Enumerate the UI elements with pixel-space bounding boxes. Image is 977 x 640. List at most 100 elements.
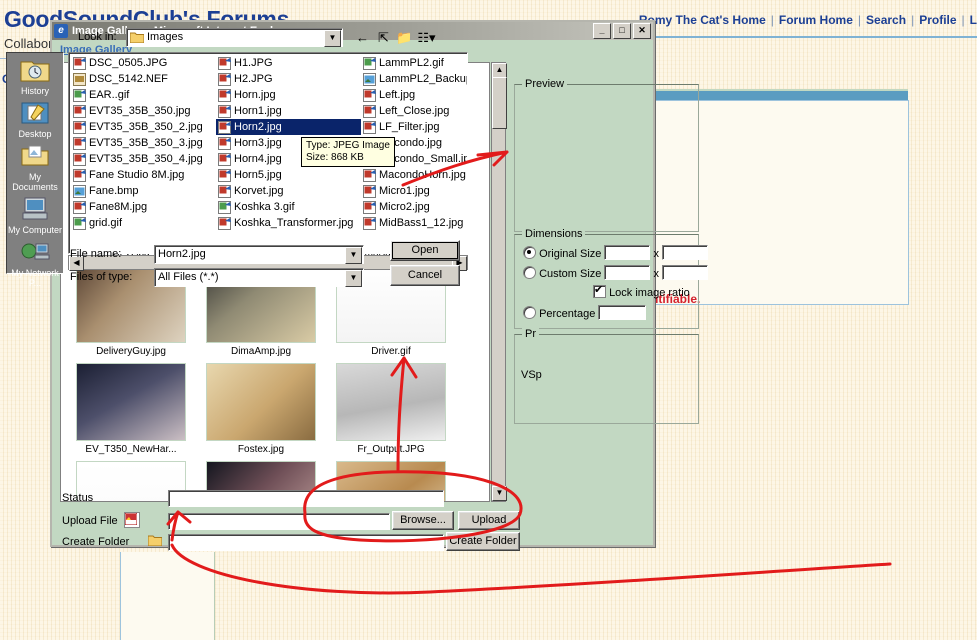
file-name: Korvet.jpg	[234, 185, 284, 197]
file-list-item[interactable]: EVT35_35B_350.jpg	[71, 103, 216, 119]
create-folder-field[interactable]	[168, 534, 444, 551]
percentage-radio[interactable]	[523, 306, 536, 319]
file-list-item[interactable]: grid.gif	[71, 215, 216, 231]
thumbnail-caption: Fr_Output.JPG	[357, 444, 425, 455]
window-controls[interactable]: _ □ ✕	[593, 23, 651, 39]
file-list-item[interactable]: MacondoHorn.jpg	[361, 167, 467, 183]
browse-button[interactable]: Browse...	[392, 511, 454, 530]
nav-link-search[interactable]: Search	[866, 13, 906, 27]
file-list-item[interactable]: H1.JPG	[216, 55, 361, 71]
place-history[interactable]: History	[7, 57, 63, 96]
jpeg-file-icon	[363, 216, 376, 230]
thumbnail-item[interactable]: EV_T350_NewHar...	[69, 363, 193, 455]
file-list-item[interactable]: EVT35_35B_350_4.jpg	[71, 151, 216, 167]
chevron-down-icon[interactable]: ▼	[345, 247, 362, 264]
nav-separator: |	[857, 13, 862, 27]
upload-button[interactable]: Upload	[458, 511, 520, 530]
nav-link-romy-home[interactable]: Romy The Cat's Home	[639, 13, 766, 27]
scroll-up-icon[interactable]: ▲	[492, 63, 507, 78]
thumbnail-image[interactable]	[336, 363, 446, 441]
place-desktop[interactable]: Desktop	[7, 100, 63, 139]
thumbnail-item[interactable]: Fostex.jpg	[199, 363, 323, 455]
place-my-network-places[interactable]: My Network P...	[7, 239, 63, 288]
file-list-item[interactable]: Koshka_Transformer.jpg	[216, 215, 361, 231]
file-list-item[interactable]: Koshka 3.gif	[216, 199, 361, 215]
create-folder-button[interactable]: Create Folder	[446, 532, 520, 551]
chevron-down-icon[interactable]: ▼	[345, 270, 362, 287]
file-name: Horn5.jpg	[234, 169, 282, 181]
close-icon[interactable]: ✕	[633, 23, 651, 39]
file-list-item[interactable]: EVT35_35B_350_2.jpg	[71, 119, 216, 135]
file-list-item[interactable]: Fane8M.jpg	[71, 199, 216, 215]
file-list-item[interactable]: Horn2.jpg	[216, 119, 361, 135]
file-list-item[interactable]: Micro2.jpg	[361, 199, 467, 215]
original-size-radio[interactable]	[523, 246, 536, 259]
file-list-item[interactable]: Fane.bmp	[71, 183, 216, 199]
file-list-column-1[interactable]: DSC_0505.JPG DSC_5142.NEF EAR..gif EVT35_35…	[71, 55, 216, 231]
custom-width-input[interactable]	[604, 265, 651, 280]
file-list-item[interactable]: Micro1.jpg	[361, 183, 467, 199]
places-bar[interactable]: History Desktop My Documents My Computer…	[6, 52, 64, 288]
page-column-rule-left	[120, 552, 121, 640]
file-list-item[interactable]: LF_Filter.jpg	[361, 119, 467, 135]
thumbnail-scrollbar[interactable]: ▲ ▼	[491, 62, 507, 502]
file-name-label: File name:	[70, 248, 122, 260]
nav-link-forum-home[interactable]: Forum Home	[779, 13, 853, 27]
file-name: Fane Studio 8M.jpg	[89, 169, 185, 181]
custom-size-radio[interactable]	[523, 266, 536, 279]
status-label: Status	[62, 492, 94, 504]
place-my-documents[interactable]: My Documents	[7, 143, 63, 192]
thumbnail-image[interactable]	[206, 363, 316, 441]
scroll-down-icon[interactable]: ▼	[492, 486, 507, 501]
upload-file-field[interactable]	[168, 513, 390, 530]
file-name-value: Horn2.jpg	[158, 248, 206, 260]
lock-image-ratio-label: Lock image ratio	[609, 287, 690, 299]
file-list-item[interactable]: Fane Studio 8M.jpg	[71, 167, 216, 183]
file-list-item[interactable]: DSC_0505.JPG	[71, 55, 216, 71]
new-folder-icon[interactable]: 📁	[394, 28, 415, 47]
chevron-down-icon[interactable]: ▼	[324, 30, 341, 47]
thumbnail-item[interactable]: Fr_Output.JPG	[329, 363, 453, 455]
file-list-item[interactable]: Horn5.jpg	[216, 167, 361, 183]
file-list-item[interactable]: MidBass1_12.jpg	[361, 215, 467, 231]
my-documents-icon	[20, 143, 50, 171]
file-list-item[interactable]: Left_Close.jpg	[361, 103, 467, 119]
dimensions-groupbox: Dimensions Original Size x Custom Size x…	[514, 228, 709, 329]
nav-link-profile[interactable]: Profile	[919, 13, 956, 27]
nav-link-login[interactable]: L	[970, 13, 977, 27]
look-in-combo[interactable]: Images ▼	[126, 28, 343, 47]
views-icon[interactable]: ☷▾	[416, 28, 437, 47]
maximize-icon[interactable]: □	[613, 23, 631, 39]
thumbnail-image[interactable]	[76, 363, 186, 441]
file-list-item[interactable]: Horn1.jpg	[216, 103, 361, 119]
choose-file-dialog[interactable]: Choose file ? ✕ Look in: Images ▼ ← ⇱ 📁 …	[0, 0, 481, 291]
nav-divider	[640, 36, 977, 38]
lock-image-ratio-checkbox[interactable]	[593, 283, 606, 298]
page-column-fill	[121, 552, 214, 640]
percentage-input[interactable]	[598, 305, 647, 320]
back-icon[interactable]: ←	[352, 28, 373, 47]
open-button[interactable]: Open	[390, 240, 460, 261]
original-height-input[interactable]	[662, 245, 709, 260]
file-list-item[interactable]: DSC_5142.NEF	[71, 71, 216, 87]
file-list-item[interactable]: Korvet.jpg	[216, 183, 361, 199]
files-of-type-combo[interactable]: All Files (*.*) ▼	[154, 268, 364, 287]
scrollbar-thumb[interactable]	[492, 77, 507, 129]
file-list[interactable]: DSC_0505.JPG DSC_5142.NEF EAR..gif EVT35_35…	[68, 52, 468, 254]
custom-height-input[interactable]	[662, 265, 709, 280]
file-list-item[interactable]: EVT35_35B_350_3.jpg	[71, 135, 216, 151]
file-list-item[interactable]: LammPL2_Backup	[361, 71, 467, 87]
file-list-item[interactable]: EAR..gif	[71, 87, 216, 103]
file-list-item[interactable]: LammPL2.gif	[361, 55, 467, 71]
up-one-level-icon[interactable]: ⇱	[373, 28, 394, 47]
cancel-button[interactable]: Cancel	[390, 265, 460, 286]
original-width-input[interactable]	[604, 245, 651, 260]
file-list-item[interactable]: Horn.jpg	[216, 87, 361, 103]
file-list-item[interactable]: Left.jpg	[361, 87, 467, 103]
place-my-computer[interactable]: My Computer	[7, 196, 63, 235]
file-list-item[interactable]: H2.JPG	[216, 71, 361, 87]
dimensions-legend: Dimensions	[522, 228, 586, 240]
minimize-icon[interactable]: _	[593, 23, 611, 39]
file-name-combo[interactable]: Horn2.jpg ▼	[154, 245, 364, 264]
gif-file-icon	[218, 200, 231, 214]
